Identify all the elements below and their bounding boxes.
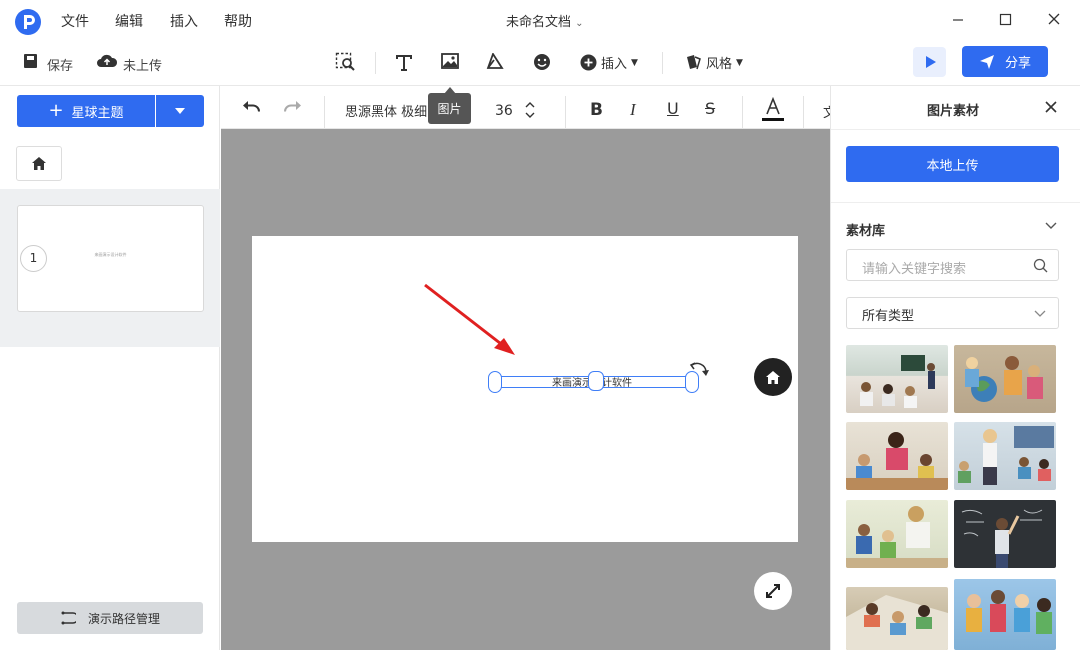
home-icon bbox=[32, 157, 46, 170]
bold-button[interactable]: B bbox=[590, 100, 603, 120]
asset-thumbnail[interactable] bbox=[954, 345, 1056, 413]
italic-button[interactable]: I bbox=[630, 100, 636, 120]
local-upload-label: 本地上传 bbox=[926, 158, 979, 174]
search-icon[interactable] bbox=[1033, 258, 1048, 273]
asset-search-input[interactable]: 请输入关键字搜索 bbox=[846, 249, 1059, 281]
plus-icon: + bbox=[48, 100, 64, 121]
save-button[interactable]: 保存 bbox=[47, 55, 73, 74]
font-color-icon bbox=[762, 97, 784, 121]
font-size-value[interactable]: 36 bbox=[495, 103, 513, 119]
search-placeholder: 请输入关键字搜索 bbox=[862, 262, 967, 277]
share-button[interactable]: 分享 bbox=[962, 46, 1048, 77]
app-logo-icon bbox=[15, 9, 41, 35]
close-icon bbox=[1045, 101, 1057, 113]
underline-button[interactable]: U bbox=[667, 99, 679, 118]
document-title-text: 未命名文档 bbox=[506, 15, 572, 30]
panel-divider bbox=[831, 129, 1080, 130]
asset-thumbnail[interactable] bbox=[954, 500, 1056, 568]
toolbar-divider bbox=[375, 52, 376, 74]
path-manage-button[interactable]: 演示路径管理 bbox=[17, 602, 203, 634]
play-icon bbox=[925, 56, 936, 68]
path-manage-label: 演示路径管理 bbox=[87, 611, 160, 626]
expand-icon bbox=[766, 584, 780, 598]
home-icon bbox=[766, 370, 780, 384]
slide-canvas[interactable] bbox=[252, 236, 798, 542]
asset-thumbnail[interactable] bbox=[954, 579, 1056, 650]
asset-thumbnail[interactable] bbox=[846, 345, 948, 413]
menu-insert[interactable]: 插入 bbox=[170, 11, 198, 31]
font-family-select[interactable]: 思源黑体 极细 bbox=[345, 101, 427, 120]
cloud-upload-icon bbox=[96, 52, 118, 74]
save-icon[interactable] bbox=[22, 52, 44, 74]
close-window-button[interactable] bbox=[1042, 8, 1066, 32]
caret-down-icon bbox=[175, 108, 185, 114]
undo-icon[interactable] bbox=[241, 97, 263, 119]
resize-handle-middle[interactable] bbox=[588, 371, 604, 391]
share-button-label: 分享 bbox=[1004, 56, 1031, 71]
panel-divider bbox=[831, 202, 1080, 203]
path-icon bbox=[61, 611, 76, 625]
panel-title: 图片素材 bbox=[927, 104, 980, 119]
format-divider bbox=[742, 96, 743, 128]
maximize-button[interactable] bbox=[993, 8, 1017, 32]
image-tooltip: 图片 bbox=[428, 93, 471, 124]
resize-handle-left[interactable] bbox=[488, 371, 502, 393]
caret-down-icon: ▼ bbox=[736, 57, 743, 68]
theme-dropdown-button[interactable] bbox=[156, 95, 204, 127]
strikethrough-button[interactable]: S bbox=[705, 99, 715, 118]
document-title[interactable]: 未命名文档 ⌄ bbox=[506, 11, 584, 30]
text-tool-icon[interactable] bbox=[394, 52, 416, 74]
slide-number: 1 bbox=[20, 245, 47, 272]
send-icon bbox=[979, 54, 994, 69]
theme-button-label: 星球主题 bbox=[71, 105, 124, 121]
insert-menu-button[interactable]: 插入 ▼ bbox=[580, 53, 638, 72]
menu-edit[interactable]: 编辑 bbox=[115, 11, 143, 31]
chevron-down-icon bbox=[1034, 310, 1046, 317]
library-title: 素材库 bbox=[846, 224, 886, 239]
library-collapse-icon[interactable] bbox=[1045, 222, 1057, 230]
tooltip-text: 图片 bbox=[437, 102, 462, 116]
local-upload-button[interactable]: 本地上传 bbox=[846, 146, 1059, 182]
play-button[interactable] bbox=[913, 47, 946, 77]
emoji-tool-icon[interactable] bbox=[533, 53, 555, 75]
canvas-home-button[interactable] bbox=[754, 358, 792, 396]
style-cards-icon bbox=[687, 55, 701, 70]
zoom-select-icon[interactable] bbox=[335, 52, 357, 74]
menu-file[interactable]: 文件 bbox=[61, 11, 89, 31]
tooltip-pointer bbox=[444, 87, 456, 94]
upload-status: 未上传 bbox=[123, 59, 163, 74]
plus-circle-icon bbox=[580, 54, 597, 71]
home-view-button[interactable] bbox=[16, 146, 62, 181]
rotate-handle-icon[interactable] bbox=[689, 361, 711, 381]
caret-down-icon: ▼ bbox=[631, 57, 638, 68]
format-divider bbox=[803, 96, 804, 128]
asset-thumbnail[interactable] bbox=[846, 500, 948, 568]
style-menu-label: 风格 bbox=[706, 57, 733, 72]
insert-menu-label: 插入 bbox=[601, 57, 628, 72]
asset-thumbnail[interactable] bbox=[846, 587, 948, 650]
text-format-more[interactable]: 文 bbox=[823, 102, 830, 121]
font-color-button[interactable] bbox=[762, 97, 784, 123]
toolbar-divider bbox=[662, 52, 663, 74]
shape-tool-icon[interactable] bbox=[486, 53, 508, 75]
close-panel-button[interactable] bbox=[1043, 99, 1059, 115]
format-divider bbox=[324, 96, 325, 128]
minimize-button[interactable] bbox=[946, 8, 970, 32]
chevron-down-icon: ⌄ bbox=[575, 18, 584, 29]
theme-button[interactable]: + 星球主题 bbox=[17, 95, 155, 127]
style-menu-button[interactable]: 风格 ▼ bbox=[684, 53, 743, 72]
fullscreen-button[interactable] bbox=[754, 572, 792, 610]
menu-help[interactable]: 帮助 bbox=[224, 11, 252, 31]
redo-icon[interactable] bbox=[283, 97, 305, 119]
title-bar: 文件 编辑 插入 帮助 未命名文档 ⌄ bbox=[0, 0, 1080, 40]
image-tool-icon[interactable] bbox=[441, 53, 463, 75]
font-size-stepper-icon[interactable] bbox=[525, 100, 535, 120]
asset-thumbnail[interactable] bbox=[846, 422, 948, 490]
asset-thumbnail[interactable] bbox=[954, 422, 1056, 490]
red-arrow-annotation bbox=[424, 283, 515, 355]
asset-type-select[interactable]: 所有类型 bbox=[846, 297, 1059, 329]
format-divider bbox=[565, 96, 566, 128]
type-select-value: 所有类型 bbox=[862, 309, 915, 324]
